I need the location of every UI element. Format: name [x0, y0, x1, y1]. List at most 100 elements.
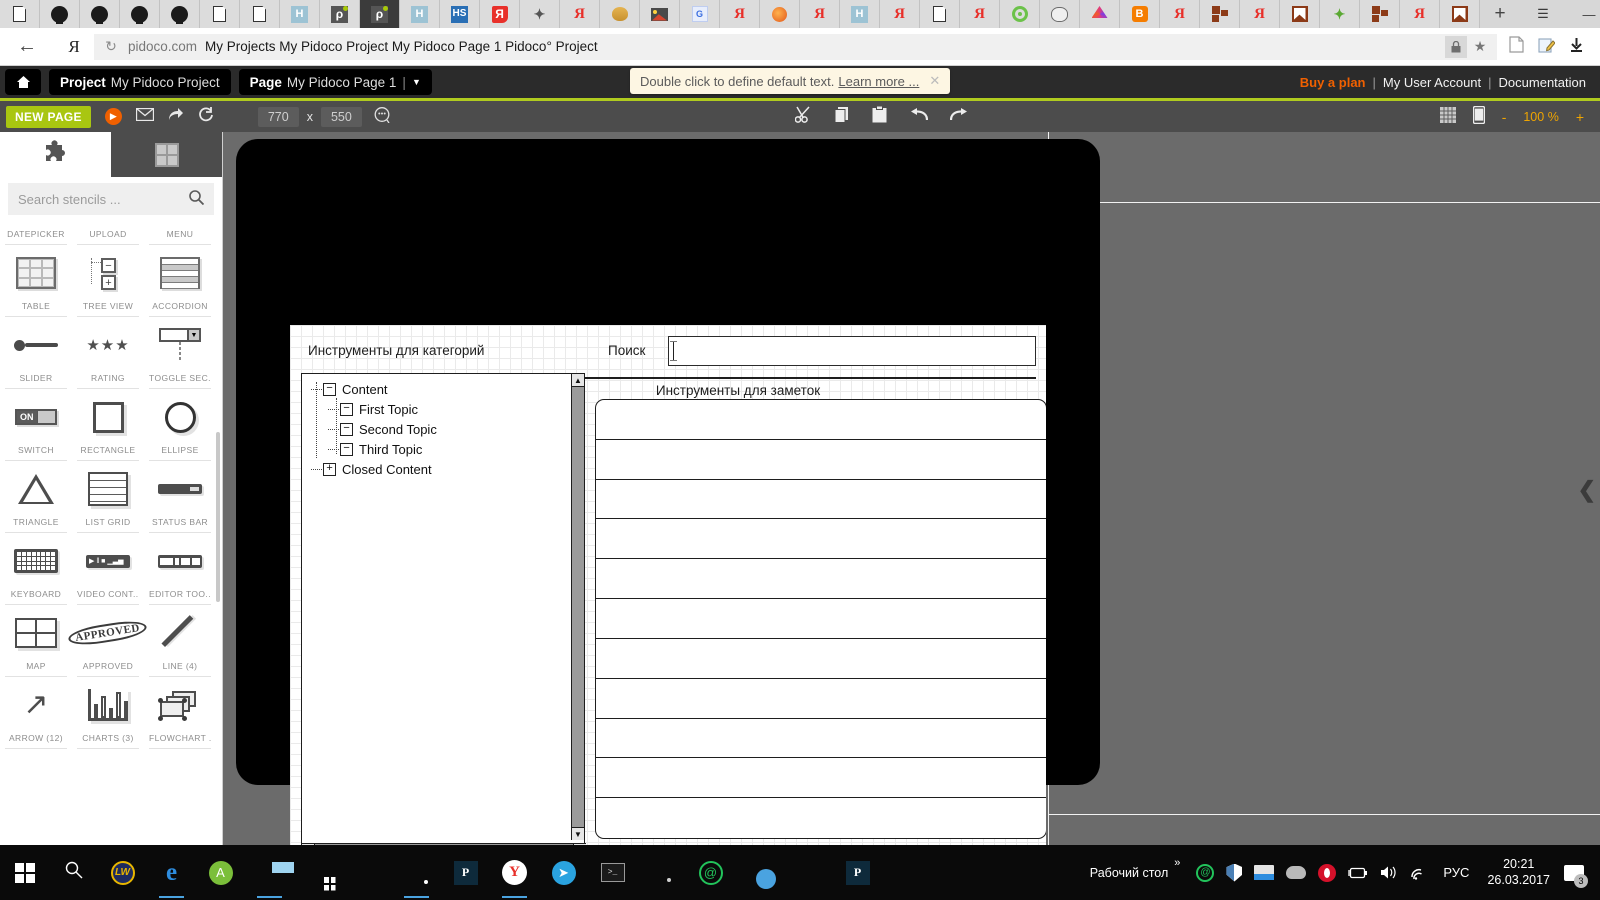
list-grid-row[interactable] [596, 798, 1046, 838]
mountain-button[interactable] [784, 845, 833, 900]
templates-tab[interactable] [111, 132, 222, 177]
search-stencils-field[interactable]: Search stencils ... [8, 183, 214, 215]
stencils-tab[interactable] [0, 132, 111, 177]
zoom-in-button[interactable]: + [1576, 109, 1584, 125]
stencil-triangle[interactable]: TRIANGLE [2, 461, 70, 533]
chevron-down-icon[interactable]: ▼ [412, 77, 421, 87]
buy-a-plan-link[interactable]: Buy a plan [1300, 75, 1366, 90]
reload-icon[interactable]: ↻ [94, 38, 128, 55]
browser-tab[interactable]: Я [560, 0, 600, 28]
tree-node[interactable]: + Closed Content [302, 459, 584, 479]
browser-tab[interactable]: ✦ [520, 0, 560, 28]
taskbar-search-button[interactable] [49, 845, 98, 900]
browser-tab[interactable] [1080, 0, 1120, 28]
tree-toggle-expanded-icon[interactable]: − [340, 402, 353, 416]
wireframe-screen[interactable]: Инструменты для категорий Поиск Инструме… [290, 325, 1046, 845]
action-center-button[interactable]: 3 [1558, 845, 1590, 900]
list-grid-row[interactable] [596, 440, 1046, 480]
page-height-input[interactable]: 550 [320, 106, 362, 127]
stencil-keyboard[interactable]: KEYBOARD [2, 533, 70, 605]
stencil-flowchart[interactable]: FLOWCHART ... [146, 677, 214, 749]
browser-tab[interactable] [600, 0, 640, 28]
breadcrumb-project[interactable]: Project My Pidoco Project [49, 69, 231, 95]
browser-tab[interactable]: Я [1240, 0, 1280, 28]
browser-tab[interactable]: Я [1160, 0, 1200, 28]
paint-button[interactable] [343, 845, 392, 900]
stencil-editor-too[interactable]: EDITOR TOO... [146, 533, 214, 605]
stencil-datepicker[interactable]: DATEPICKER [2, 217, 70, 245]
pw2-button[interactable]: P [833, 845, 882, 900]
mobile-icon[interactable] [1472, 105, 1485, 128]
stencil-upload[interactable]: UPLOAD [74, 217, 142, 245]
browser-tab[interactable]: Я [800, 0, 840, 28]
browser-tab[interactable]: H [280, 0, 320, 28]
browser-tab[interactable]: ✦ [1320, 0, 1360, 28]
list-grid-row[interactable] [596, 559, 1046, 600]
clock[interactable]: 20:21 26.03.2017 [1487, 857, 1550, 888]
browser-tab[interactable] [1040, 0, 1080, 28]
envelope-icon[interactable] [135, 107, 155, 125]
scroll-down-arrow[interactable]: ▼ [572, 827, 584, 840]
onedrive-icon[interactable] [1286, 866, 1307, 879]
stencil-rating[interactable]: ★★★ RATING [74, 317, 142, 389]
search-input[interactable]: Search stencils ... [18, 192, 189, 207]
notes-icon[interactable] [1538, 37, 1556, 57]
tree-node[interactable]: − Content [302, 379, 584, 399]
browser-tab[interactable]: B [1120, 0, 1160, 28]
redo-icon[interactable] [949, 107, 969, 126]
browser-tab[interactable] [120, 0, 160, 28]
browser-tab[interactable] [40, 0, 80, 28]
new-tab-button[interactable]: + [1480, 0, 1520, 28]
url-input[interactable]: ↻ pidoco.com My Projects My Pidoco Proje… [94, 33, 1497, 60]
browser-tab[interactable]: Я [880, 0, 920, 28]
stencil-table[interactable]: TABLE [2, 245, 70, 317]
tree-vertical-scrollbar[interactable]: ▲ ▼ [571, 374, 584, 840]
close-icon[interactable]: ✕ [929, 73, 940, 89]
camera-button[interactable] [637, 845, 686, 900]
android-studio-button[interactable]: A [196, 845, 245, 900]
browser-tab[interactable] [1200, 0, 1240, 28]
canvas-area[interactable]: ❮ Инструменты для категорий Поиск Инстру… [223, 132, 1600, 845]
browser-tab[interactable] [1000, 0, 1040, 28]
stencil-slider[interactable]: SLIDER [2, 317, 70, 389]
tray-expand-button[interactable]: » [1174, 845, 1180, 869]
pw-button[interactable]: P [441, 845, 490, 900]
browser-tab[interactable]: G [680, 0, 720, 28]
share-icon[interactable] [168, 107, 184, 126]
browser-tab[interactable] [200, 0, 240, 28]
stencil-accordion[interactable]: ACCORDION [146, 245, 214, 317]
edge-button[interactable]: e [147, 845, 196, 900]
list-grid-row[interactable] [596, 719, 1046, 759]
browser-tab[interactable] [240, 0, 280, 28]
stencil-switch[interactable]: ON SWITCH [2, 389, 70, 461]
stencil-status-bar[interactable]: STATUS BAR [146, 461, 214, 533]
browser-menu-button[interactable]: ☰ [1520, 0, 1566, 28]
stencil-line-4[interactable]: LINE (4) [146, 605, 214, 677]
documentation-link[interactable]: Documentation [1499, 75, 1586, 90]
stencil-list[interactable]: DATEPICKER UPLOAD MENU TABLE − + TREE VIEW A… [0, 217, 222, 845]
chrome-button[interactable] [392, 845, 441, 900]
browser-tab[interactable] [1280, 0, 1320, 28]
wireframe-list-grid[interactable] [595, 399, 1046, 839]
stencil-menu[interactable]: MENU [146, 217, 214, 245]
wireframe-search-input[interactable] [668, 336, 1036, 366]
start-button[interactable] [0, 845, 49, 900]
yandex-browser-button[interactable]: Y [490, 845, 539, 900]
tree-toggle-expanded-icon[interactable]: − [340, 422, 353, 436]
browser-tab[interactable] [920, 0, 960, 28]
pin-button[interactable] [882, 845, 931, 900]
volume-icon[interactable] [1380, 865, 1398, 880]
tree-node[interactable]: − First Topic [302, 399, 584, 419]
microsoft-store-button[interactable] [294, 845, 343, 900]
search-icon[interactable] [189, 190, 205, 208]
stencil-list-grid[interactable]: LIST GRID [74, 461, 142, 533]
list-grid-row[interactable] [596, 519, 1046, 560]
grid-icon[interactable] [1439, 106, 1456, 127]
bars-button[interactable] [931, 845, 980, 900]
browser-tab[interactable]: ρ [320, 0, 360, 28]
back-button[interactable]: ← [0, 35, 54, 58]
stencil-approved[interactable]: APPROVED APPROVED [67, 605, 149, 677]
tree-toggle-expanded-icon[interactable]: − [323, 382, 336, 396]
moon-button[interactable] [735, 845, 784, 900]
browser-tab[interactable] [160, 0, 200, 28]
